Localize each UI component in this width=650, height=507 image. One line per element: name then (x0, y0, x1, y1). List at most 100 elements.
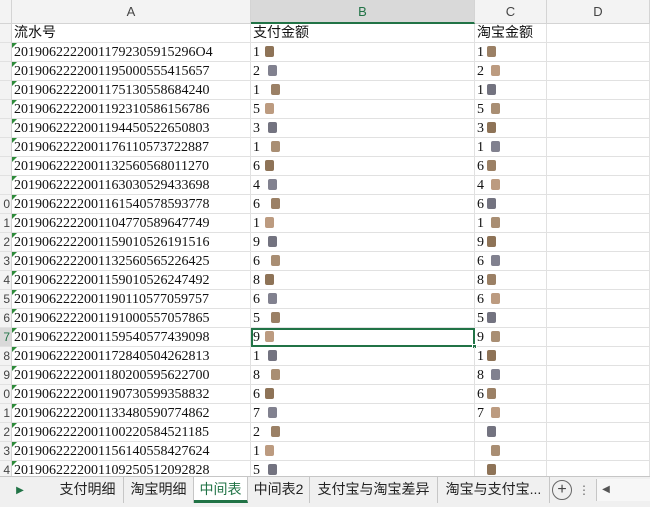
empty-cell[interactable] (547, 442, 650, 461)
serial-number-cell[interactable]: 2019062222001159010526247492 (12, 271, 251, 290)
pay-amount-cell[interactable]: 5 (251, 461, 475, 476)
row-header[interactable] (0, 81, 11, 100)
row-header[interactable]: 6 (0, 309, 11, 328)
empty-cell[interactable] (547, 385, 650, 404)
row-header[interactable]: 7 (0, 328, 11, 347)
empty-cell[interactable] (547, 423, 650, 442)
taobao-amount-cell[interactable]: 4 (475, 176, 547, 195)
empty-cell[interactable] (547, 62, 650, 81)
sheet-tab[interactable]: 淘宝明细 (124, 477, 194, 503)
row-header[interactable] (0, 176, 11, 195)
taobao-amount-cell[interactable]: 8 (475, 366, 547, 385)
pay-amount-cell[interactable]: 6 (251, 195, 475, 214)
row-header[interactable]: 9 (0, 366, 11, 385)
taobao-amount-cell[interactable]: 1 (475, 347, 547, 366)
empty-cell[interactable] (547, 100, 650, 119)
pay-amount-cell[interactable]: 9 (251, 233, 475, 252)
taobao-amount-cell[interactable]: 6 (475, 195, 547, 214)
row-header[interactable] (0, 100, 11, 119)
taobao-amount-cell[interactable] (475, 461, 547, 476)
row-header[interactable] (0, 119, 11, 138)
serial-number-cell[interactable]: 2019062222001175130558684240 (12, 81, 251, 100)
sheet-tab[interactable]: 支付明细 (52, 477, 124, 503)
row-header[interactable] (0, 157, 11, 176)
serial-number-cell[interactable]: 2019062222001156140558427624 (12, 442, 251, 461)
serial-number-cell[interactable]: 2019062222001190110577059757 (12, 290, 251, 309)
serial-number-cell[interactable]: 2019062222001132560568011270 (12, 157, 251, 176)
empty-cell[interactable] (547, 43, 650, 62)
sheet-tab[interactable]: 淘宝与支付宝... (438, 477, 550, 503)
sheet-tab[interactable]: 中间表 (194, 477, 248, 503)
taobao-amount-cell[interactable]: 6 (475, 252, 547, 271)
column-header-b[interactable]: B (251, 0, 475, 24)
row-header[interactable]: 0 (0, 385, 11, 404)
serial-number-cell[interactable]: 2019062222001109250512092828 (12, 461, 251, 476)
empty-cell[interactable] (547, 252, 650, 271)
header-cell-pay-amount[interactable]: 支付金额 (251, 24, 475, 43)
serial-number-cell[interactable]: 2019062222001190730599358832 (12, 385, 251, 404)
taobao-amount-cell[interactable]: 3 (475, 119, 547, 138)
scroll-left-icon[interactable]: ◀ (599, 482, 613, 498)
taobao-amount-cell[interactable]: 7 (475, 404, 547, 423)
empty-cell[interactable] (547, 138, 650, 157)
row-header[interactable]: 4 (0, 461, 11, 476)
column-header-a[interactable]: A (12, 0, 251, 24)
row-header[interactable] (0, 138, 11, 157)
spreadsheet-grid[interactable]: 流水号 支付金额 淘宝金额 20190622220011792305915296… (12, 24, 650, 476)
taobao-amount-cell[interactable] (475, 423, 547, 442)
row-header[interactable]: 5 (0, 290, 11, 309)
more-options-icon[interactable]: ⋮ (578, 480, 592, 500)
pay-amount-cell[interactable]: 2 (251, 62, 475, 81)
pay-amount-cell[interactable]: 1 (251, 442, 475, 461)
row-header[interactable]: 2 (0, 233, 11, 252)
taobao-amount-cell[interactable]: 6 (475, 290, 547, 309)
serial-number-cell[interactable]: 20190622220011792305915296O4 (12, 43, 251, 62)
empty-cell[interactable] (547, 309, 650, 328)
serial-number-cell[interactable]: 2019062222001104770589647749 (12, 214, 251, 233)
serial-number-cell[interactable]: 2019062222001163030529433698 (12, 176, 251, 195)
taobao-amount-cell[interactable]: 2 (475, 62, 547, 81)
empty-cell[interactable] (547, 233, 650, 252)
empty-cell[interactable] (547, 214, 650, 233)
row-header[interactable]: 2 (0, 423, 11, 442)
empty-cell[interactable] (547, 328, 650, 347)
row-header[interactable]: 4 (0, 271, 11, 290)
taobao-amount-cell[interactable]: 6 (475, 157, 547, 176)
taobao-amount-cell[interactable] (475, 442, 547, 461)
select-all-corner[interactable] (0, 0, 12, 24)
sheet-tab[interactable]: 支付宝与淘宝差异 (310, 477, 438, 503)
pay-amount-cell[interactable]: 1 (251, 214, 475, 233)
serial-number-cell[interactable]: 2019062222001191000557057865 (12, 309, 251, 328)
empty-cell[interactable] (547, 290, 650, 309)
row-header[interactable]: 1 (0, 214, 11, 233)
serial-number-cell[interactable]: 2019062222001100220584521185 (12, 423, 251, 442)
pay-amount-cell[interactable]: 6 (251, 252, 475, 271)
sheet-tab[interactable]: 中间表2 (248, 477, 310, 503)
header-cell-taobao-amount[interactable]: 淘宝金额 (475, 24, 547, 43)
pay-amount-cell[interactable]: 7 (251, 404, 475, 423)
add-sheet-button[interactable]: + (552, 480, 572, 500)
header-cell-d[interactable] (547, 24, 650, 43)
row-header[interactable]: 8 (0, 347, 11, 366)
pay-amount-cell[interactable]: 8 (251, 366, 475, 385)
taobao-amount-cell[interactable]: 9 (475, 328, 547, 347)
header-cell-serial[interactable]: 流水号 (12, 24, 251, 43)
empty-cell[interactable] (547, 195, 650, 214)
taobao-amount-cell[interactable]: 5 (475, 100, 547, 119)
pay-amount-cell[interactable]: 1 (251, 138, 475, 157)
pay-amount-cell[interactable]: 5 (251, 100, 475, 119)
empty-cell[interactable] (547, 176, 650, 195)
pay-amount-cell[interactable]: 5 (251, 309, 475, 328)
serial-number-cell[interactable]: 2019062222001132560565226425 (12, 252, 251, 271)
taobao-amount-cell[interactable]: 6 (475, 385, 547, 404)
empty-cell[interactable] (547, 81, 650, 100)
pay-amount-cell[interactable]: 9 (251, 328, 475, 347)
serial-number-cell[interactable]: 2019062222001159540577439098 (12, 328, 251, 347)
column-header-c[interactable]: C (475, 0, 547, 24)
row-header[interactable]: 3 (0, 252, 11, 271)
row-header[interactable]: 0 (0, 195, 11, 214)
empty-cell[interactable] (547, 404, 650, 423)
serial-number-cell[interactable]: 2019062222001133480590774862 (12, 404, 251, 423)
pay-amount-cell[interactable]: 6 (251, 157, 475, 176)
column-header-d[interactable]: D (547, 0, 650, 24)
